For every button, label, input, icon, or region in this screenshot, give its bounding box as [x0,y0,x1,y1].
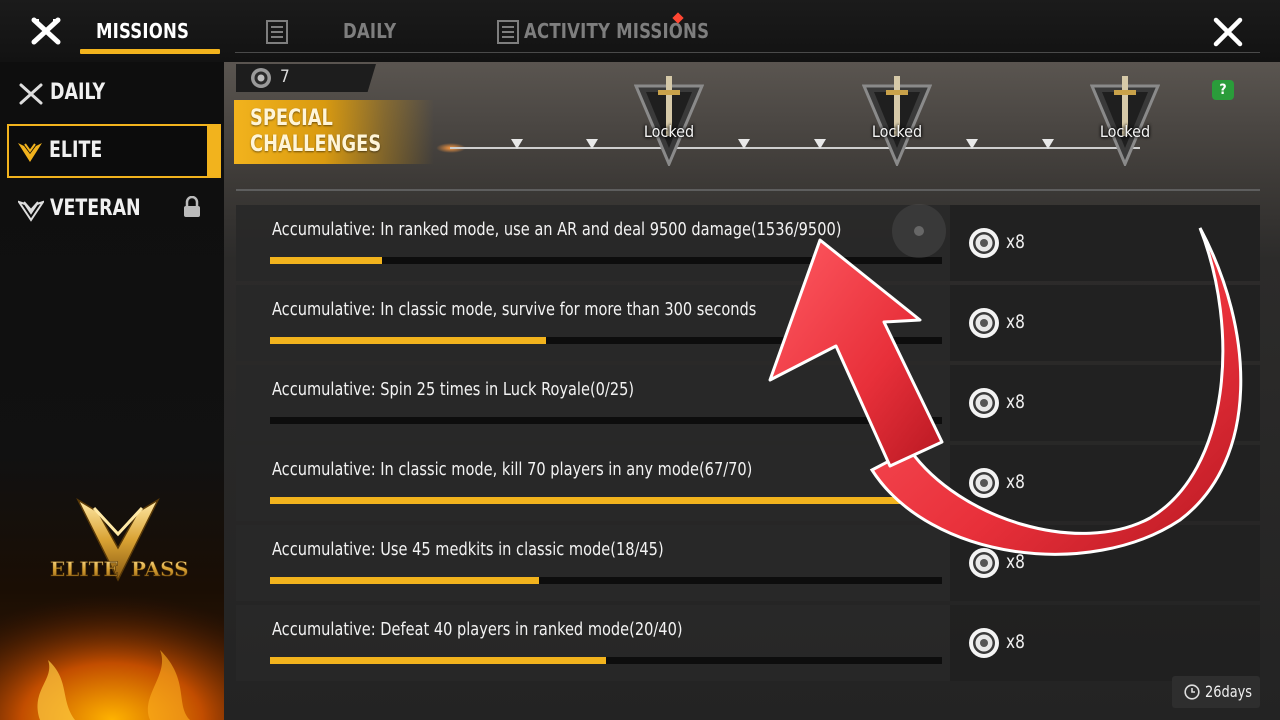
clock-icon [1184,684,1200,700]
track-tick [738,139,750,149]
mission-text: Accumulative: Use 45 medkits in classic … [272,539,664,560]
section-divider [236,189,1260,191]
special-challenges-banner: SPECIAL CHALLENGES [234,100,434,164]
help-button[interactable]: ? [1212,80,1234,100]
sidebar-item-daily[interactable]: DAILY [0,68,224,120]
sidebar-item-label: ELITE [49,138,103,163]
milestone-locked-label: Locked [643,122,695,141]
veteran-wings-icon [18,200,44,222]
milestone-locked-label: Locked [871,122,923,141]
milestone-locked-label: Locked [1099,122,1151,141]
reward-quantity: x8 [1006,311,1025,333]
progress-bar [270,497,942,504]
progress-bar [270,417,942,424]
elite-pass-logo: ELITE PASS [50,498,189,582]
mission-text: Accumulative: Defeat 40 players in ranke… [272,619,683,640]
sidebar-item-elite[interactable]: ELITE [7,124,221,178]
svg-text:PASS: PASS [131,557,189,581]
milestone-reward[interactable]: Locked [633,76,705,168]
checklist-icon [266,20,288,44]
track-tick [586,139,598,149]
top-bar-divider [235,52,1260,53]
milestone-reward[interactable]: Locked [1089,76,1161,168]
track-tick [511,139,523,149]
flames-decoration [0,580,224,720]
mission-row[interactable]: Accumulative: In classic mode, survive f… [236,285,1260,361]
crossed-swords-icon [31,17,61,45]
reward-quantity: x8 [1006,631,1025,653]
sidebar-item-veteran[interactable]: VETERAN [0,184,224,236]
mission-row[interactable]: Accumulative: In classic mode, kill 70 p… [236,445,1260,521]
token-coin-icon [969,468,999,498]
token-coin-icon [969,308,999,338]
reward-quantity: x8 [1006,391,1025,413]
sword-emblem-icon [1089,76,1161,168]
lock-icon [184,196,200,217]
progress-bar [270,657,942,664]
sidebar-item-label: VETERAN [50,196,141,221]
track-tick [966,139,978,149]
progress-fill [270,497,914,504]
track-tick [1042,139,1054,149]
track-tick [814,139,826,149]
progress-fill [270,577,539,584]
mission-text: Accumulative: In classic mode, survive f… [272,299,757,320]
mission-text: Accumulative: In ranked mode, use an AR … [272,219,842,240]
close-icon[interactable] [1208,12,1248,52]
sidebar-item-label: DAILY [50,80,106,105]
season-timer: 26days [1172,676,1260,708]
tab-missions[interactable]: MISSIONS [96,14,189,48]
reward-quantity: x8 [1006,231,1025,253]
mission-text: Accumulative: Spin 25 times in Luck Roya… [272,379,635,400]
mission-row[interactable]: Accumulative: Spin 25 times in Luck Roya… [236,365,1260,441]
progress-bar [270,577,942,584]
progress-fill [270,337,546,344]
mission-text: Accumulative: In classic mode, kill 70 p… [272,459,753,480]
mission-row[interactable]: Accumulative: Defeat 40 players in ranke… [236,605,1260,681]
svg-text:ELITE: ELITE [50,557,119,581]
token-coin-icon [251,68,271,88]
token-coin-icon [969,388,999,418]
progress-bar [270,257,942,264]
token-count: 7 [236,64,376,92]
special-challenges-title: SPECIAL CHALLENGES [250,106,382,157]
tab-daily[interactable]: DAILY [343,14,396,48]
crossed-swords-icon [19,83,43,105]
progress-fill [270,657,606,664]
mission-row[interactable]: Accumulative: In ranked mode, use an AR … [236,205,1260,281]
milestone-track [450,147,1140,149]
active-tab-indicator [80,49,220,54]
milestone-reward[interactable]: Locked [861,76,933,168]
token-coin-icon [969,628,999,658]
progress-bar [270,337,942,344]
token-count-value: 7 [280,67,290,87]
token-coin-icon [969,228,999,258]
checklist-icon [497,20,519,44]
touch-indicator [892,204,946,258]
reward-quantity: x8 [1006,551,1025,573]
progress-fill [270,257,383,264]
timer-value: 26days [1205,682,1253,701]
reward-quantity: x8 [1006,471,1025,493]
elite-wings-icon [18,143,42,162]
sword-emblem-icon [633,76,705,168]
mission-row[interactable]: Accumulative: Use 45 medkits in classic … [236,525,1260,601]
sword-emblem-icon [861,76,933,168]
token-coin-icon [969,548,999,578]
